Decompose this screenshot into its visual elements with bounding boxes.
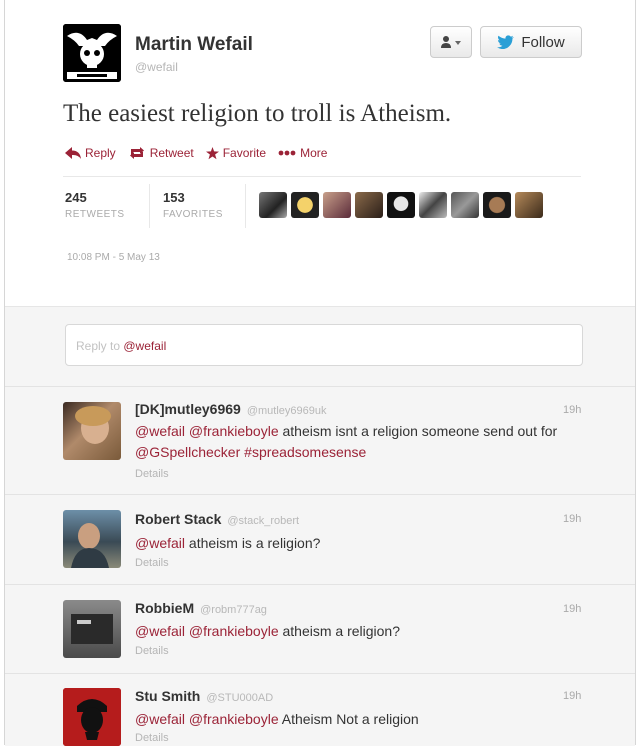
favoriter-avatar[interactable] (291, 192, 319, 218)
favoriter-avatar[interactable] (515, 192, 543, 218)
hashtag-link[interactable]: #spreadsomesense (244, 444, 366, 460)
mention-link[interactable]: @wefail (135, 623, 185, 639)
reply-avatar[interactable] (63, 402, 121, 460)
favoriter-avatar[interactable] (323, 192, 351, 218)
reply-icon (65, 147, 81, 159)
details-link[interactable]: Details (135, 557, 169, 569)
reply-author[interactable]: Stu Smith @STU000AD (135, 688, 273, 704)
favoriter-avatar[interactable] (355, 192, 383, 218)
tweet-actions: Reply Retweet Favorite More (65, 146, 327, 160)
favoriter-avatar[interactable] (483, 192, 511, 218)
reply-time[interactable]: 19h (563, 404, 581, 416)
details-link[interactable]: Details (135, 468, 169, 480)
reply-avatar[interactable] (63, 600, 121, 658)
reply-text: @wefail @frankieboyle atheism a religion… (135, 621, 565, 642)
row-divider (5, 494, 635, 495)
favorites-stat[interactable]: 153 FAVORITES (163, 190, 223, 220)
reply-author-name: Stu Smith (135, 688, 201, 704)
reply-author-handle: @stack_robert (227, 515, 300, 527)
retweets-count: 245 (65, 190, 87, 205)
follow-label: Follow (521, 33, 565, 51)
stat-divider (245, 184, 246, 228)
favoriter-avatar[interactable] (419, 192, 447, 218)
tweet-page: Martin Wefail @wefail Follow The easiest… (4, 0, 636, 746)
reply-text: @wefail @frankieboyle atheism isnt a rel… (135, 421, 565, 463)
reply-time[interactable]: 19h (563, 513, 581, 525)
twitter-bird-icon (497, 35, 515, 49)
details-link[interactable]: Details (135, 732, 169, 744)
retweet-icon (129, 147, 144, 159)
retweet-label: Retweet (149, 146, 194, 160)
mention-link[interactable]: @GSpellchecker (135, 444, 240, 460)
retweet-action[interactable]: Retweet (128, 146, 194, 160)
mention-link[interactable]: @wefail (135, 711, 185, 727)
reply-placeholder: Reply to (76, 339, 121, 353)
reply-author[interactable]: [DK]mutley6969 @mutley6969uk (135, 401, 326, 417)
reply-action[interactable]: Reply (65, 146, 116, 160)
reply-author-handle: @STU000AD (206, 692, 274, 704)
user-actions-button[interactable] (430, 26, 472, 58)
reply-avatar[interactable] (63, 510, 121, 568)
stat-divider (149, 184, 150, 228)
reply-author-name: Robert Stack (135, 511, 222, 527)
star-icon (205, 146, 219, 159)
reply-input[interactable]: Reply to @wefail (65, 324, 583, 366)
favoriter-avatar[interactable] (451, 192, 479, 218)
favorites-count: 153 (163, 190, 185, 205)
reply-author-handle: @mutley6969uk (246, 405, 327, 417)
reply-author-name: [DK]mutley6969 (135, 401, 241, 417)
author-avatar[interactable] (63, 24, 121, 82)
reply-author[interactable]: Robert Stack @stack_robert (135, 511, 299, 527)
favorite-action[interactable]: Favorite (205, 146, 267, 160)
user-icon (441, 36, 461, 48)
reply-label: Reply (85, 146, 116, 160)
reply-text-body: atheism is a religion? (185, 535, 321, 551)
tweet-text: The easiest religion to troll is Atheism… (63, 100, 452, 127)
reply-text-body: atheism a religion? (278, 623, 401, 639)
favorites-label: FAVORITES (163, 209, 223, 220)
mention-link[interactable]: @frankieboyle (189, 711, 279, 727)
details-link[interactable]: Details (135, 645, 169, 657)
more-label: More (300, 146, 328, 160)
favorite-label: Favorite (222, 146, 267, 160)
favoriter-avatar[interactable] (259, 192, 287, 218)
reply-time[interactable]: 19h (563, 690, 581, 702)
follow-button[interactable]: Follow (480, 26, 582, 58)
row-divider (5, 386, 635, 387)
more-action[interactable]: More (278, 146, 327, 160)
divider (63, 176, 581, 177)
mention-link[interactable]: @frankieboyle (189, 423, 279, 439)
mention-link[interactable]: @wefail (135, 535, 185, 551)
favoriter-avatar[interactable] (387, 192, 415, 218)
more-dots-icon (278, 150, 296, 156)
mention-link[interactable]: @wefail (135, 423, 185, 439)
author-name[interactable]: Martin Wefail (135, 34, 253, 56)
retweets-label: RETWEETS (65, 209, 125, 220)
reply-author-name: RobbieM (135, 600, 195, 616)
tweet-timestamp[interactable]: 10:08 PM - 5 May 13 (67, 252, 160, 263)
row-divider (5, 584, 635, 585)
reply-avatar[interactable] (63, 688, 121, 746)
reply-time[interactable]: 19h (563, 603, 581, 615)
reply-text: @wefail @frankieboyle Atheism Not a reli… (135, 709, 565, 730)
reply-mention: @wefail (123, 339, 167, 353)
favoriter-avatars (259, 192, 543, 218)
retweets-stat[interactable]: 245 RETWEETS (65, 190, 125, 220)
reply-author[interactable]: RobbieM @robm777ag (135, 600, 267, 616)
row-divider (5, 673, 635, 674)
author-handle[interactable]: @wefail (135, 60, 178, 74)
reply-text-body: atheism isnt a religion someone send out… (278, 423, 558, 439)
reply-text: @wefail atheism is a religion? (135, 533, 565, 554)
reply-text-body: Atheism Not a religion (278, 711, 419, 727)
mention-link[interactable]: @frankieboyle (189, 623, 279, 639)
reply-author-handle: @robm777ag (200, 604, 267, 616)
